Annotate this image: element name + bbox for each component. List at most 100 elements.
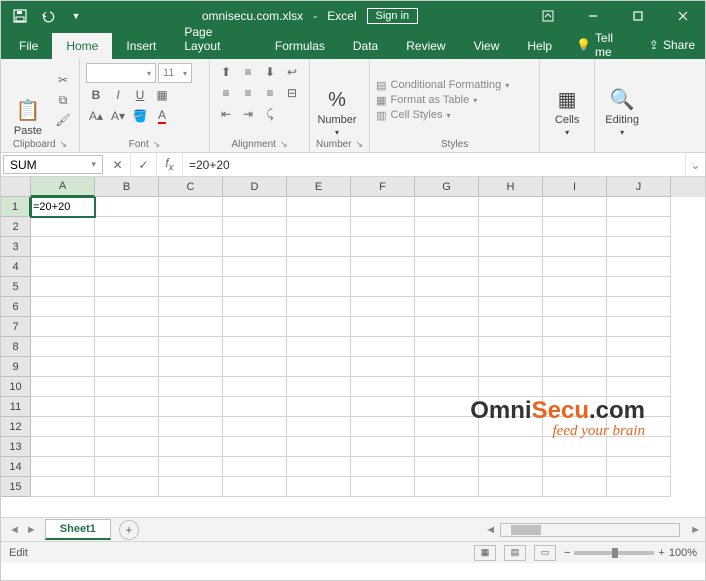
format-as-table-button[interactable]: ▦Format as Table▾: [376, 94, 509, 107]
cell[interactable]: [31, 437, 95, 457]
cell[interactable]: [287, 217, 351, 237]
cell[interactable]: [159, 317, 223, 337]
cell[interactable]: [223, 397, 287, 417]
cell[interactable]: [607, 397, 671, 417]
shrink-font-button[interactable]: A▾: [108, 107, 128, 125]
tab-insert[interactable]: Insert: [112, 33, 170, 59]
cell[interactable]: [415, 357, 479, 377]
cell[interactable]: [159, 237, 223, 257]
cell[interactable]: [287, 297, 351, 317]
cell[interactable]: [159, 437, 223, 457]
cell[interactable]: [543, 197, 607, 217]
cell[interactable]: [479, 417, 543, 437]
maximize-icon[interactable]: [615, 1, 660, 31]
cell[interactable]: [479, 277, 543, 297]
enter-formula-icon[interactable]: ✓: [131, 153, 157, 176]
cell[interactable]: [31, 397, 95, 417]
cell[interactable]: [479, 197, 543, 217]
zoom-slider[interactable]: [574, 551, 654, 555]
column-header[interactable]: C: [159, 177, 223, 197]
hscroll-left-icon[interactable]: ◄: [481, 524, 500, 536]
horizontal-scrollbar[interactable]: [500, 523, 680, 537]
cell[interactable]: [287, 317, 351, 337]
cell[interactable]: [287, 437, 351, 457]
cell[interactable]: [159, 337, 223, 357]
cell[interactable]: [543, 397, 607, 417]
cell[interactable]: [95, 317, 159, 337]
tab-data[interactable]: Data: [339, 33, 392, 59]
cell[interactable]: [543, 477, 607, 497]
minimize-icon[interactable]: [570, 1, 615, 31]
column-header[interactable]: E: [287, 177, 351, 197]
cell[interactable]: [223, 337, 287, 357]
column-header[interactable]: D: [223, 177, 287, 197]
cell[interactable]: [223, 477, 287, 497]
insert-function-icon[interactable]: fx: [157, 153, 183, 176]
cell[interactable]: [415, 337, 479, 357]
cell[interactable]: [479, 357, 543, 377]
align-right-icon[interactable]: ≡: [260, 84, 280, 102]
cell[interactable]: [31, 357, 95, 377]
cell[interactable]: [607, 357, 671, 377]
cell[interactable]: [607, 197, 671, 217]
cell[interactable]: [31, 457, 95, 477]
row-header[interactable]: 11: [1, 397, 31, 417]
cell[interactable]: [223, 417, 287, 437]
cell[interactable]: [159, 197, 223, 217]
cell[interactable]: [159, 297, 223, 317]
cell[interactable]: [95, 397, 159, 417]
cell[interactable]: [95, 297, 159, 317]
cell[interactable]: [607, 277, 671, 297]
cell[interactable]: [95, 197, 159, 217]
cell[interactable]: [223, 437, 287, 457]
font-size-combo[interactable]: 11▾: [158, 63, 192, 83]
cell[interactable]: [351, 457, 415, 477]
cell[interactable]: [543, 357, 607, 377]
paste-button[interactable]: 📋 Paste: [7, 63, 49, 137]
cell[interactable]: [223, 297, 287, 317]
cell[interactable]: [31, 277, 95, 297]
zoom-in-icon[interactable]: +: [658, 547, 664, 559]
cell[interactable]: [95, 257, 159, 277]
cell[interactable]: [607, 457, 671, 477]
tab-view[interactable]: View: [460, 33, 514, 59]
row-header[interactable]: 7: [1, 317, 31, 337]
cell[interactable]: [95, 217, 159, 237]
bold-button[interactable]: B: [86, 86, 106, 104]
cell[interactable]: [607, 297, 671, 317]
row-header[interactable]: 5: [1, 277, 31, 297]
cell[interactable]: [159, 357, 223, 377]
cell[interactable]: [223, 357, 287, 377]
cell[interactable]: [351, 397, 415, 417]
align-middle-icon[interactable]: ≡: [238, 63, 258, 81]
cell[interactable]: [479, 217, 543, 237]
cell[interactable]: [159, 457, 223, 477]
align-top-icon[interactable]: ⬆: [216, 63, 236, 81]
cell[interactable]: [479, 477, 543, 497]
hscroll-right-icon[interactable]: ►: [686, 524, 705, 536]
cell[interactable]: [159, 417, 223, 437]
cell[interactable]: [31, 257, 95, 277]
editing-button[interactable]: 🔍 Editing ▾: [601, 63, 643, 137]
cells-button[interactable]: ▦ Cells ▾: [546, 63, 588, 137]
cell[interactable]: [543, 417, 607, 437]
zoom-level[interactable]: 100%: [669, 547, 697, 559]
format-painter-icon[interactable]: 🖌: [53, 111, 73, 129]
cell[interactable]: [543, 237, 607, 257]
cell[interactable]: [287, 377, 351, 397]
row-header[interactable]: 1: [1, 197, 31, 217]
cell[interactable]: [607, 217, 671, 237]
cell[interactable]: [287, 257, 351, 277]
row-header[interactable]: 13: [1, 437, 31, 457]
cell[interactable]: [31, 297, 95, 317]
cell[interactable]: [31, 477, 95, 497]
column-header[interactable]: J: [607, 177, 671, 197]
cell[interactable]: [287, 237, 351, 257]
sheet-nav-next-icon[interactable]: ►: [24, 524, 39, 536]
cell[interactable]: [415, 317, 479, 337]
cell[interactable]: [95, 457, 159, 477]
wrap-text-icon[interactable]: ↩: [282, 63, 302, 81]
cell[interactable]: [351, 257, 415, 277]
cell[interactable]: [351, 277, 415, 297]
cell[interactable]: [351, 297, 415, 317]
